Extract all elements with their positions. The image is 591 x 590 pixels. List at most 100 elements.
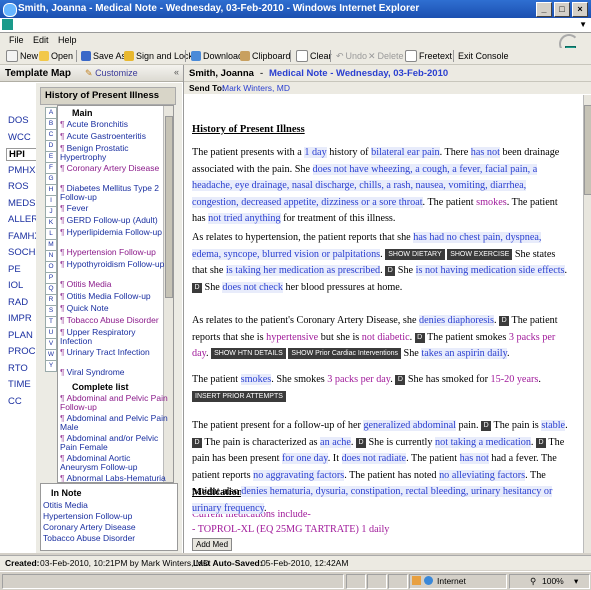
editable-value[interactable]: hypertensive [266, 332, 318, 343]
template-item[interactable]: ¶ Benign Prostatic Hypertrophy [60, 144, 170, 162]
in-note-item[interactable]: Otitis Media [43, 500, 88, 510]
delete-button[interactable]: ✕ Delete [368, 50, 404, 62]
category-ros[interactable]: ROS [8, 181, 29, 192]
editable-value[interactable]: stable [541, 420, 566, 431]
note-scrollbar[interactable] [583, 95, 591, 553]
delete-sentence-button[interactable]: D [355, 437, 366, 448]
editable-value[interactable]: has not [470, 147, 500, 158]
chevron-down-icon[interactable]: ▾ [574, 576, 578, 587]
template-item[interactable]: ¶ Acute Gastroenteritis [60, 132, 170, 141]
editable-value[interactable]: no aggravating factors [253, 469, 345, 481]
template-item[interactable]: ¶ Hypothyroidism Follow-up [60, 260, 170, 269]
template-item[interactable]: ¶ Diabetes Mellitus Type 2 Follow-up [60, 184, 170, 202]
template-item[interactable]: ¶ Tobacco Abuse Disorder [60, 316, 170, 325]
editable-value[interactable]: denies diaphoresis [419, 315, 495, 326]
template-item[interactable]: ¶ Abdominal and Pelvic Pain Follow-up [60, 394, 170, 412]
open-button[interactable]: Open [39, 50, 73, 62]
delete-sentence-button[interactable]: D [395, 375, 406, 385]
template-item[interactable]: ¶ Hyperlipidemia Follow-up [60, 228, 170, 237]
alpha-index-y[interactable]: Y [45, 360, 57, 372]
category-aller[interactable]: ALLER [8, 214, 38, 225]
template-item[interactable]: ¶ Fever [60, 204, 170, 213]
collapse-panel-button[interactable]: « [174, 67, 179, 77]
clear-button[interactable]: Clear [296, 50, 332, 62]
editable-value[interactable]: generalized abdominal [363, 420, 456, 431]
maximize-button[interactable]: □ [554, 2, 570, 17]
editable-value[interactable]: is not having medication side effects [415, 265, 565, 276]
editable-value[interactable]: not diabetic [362, 332, 410, 343]
editable-value[interactable]: not tried anything [208, 213, 281, 224]
template-item[interactable]: ¶ Quick Note [60, 304, 170, 313]
editable-value[interactable]: does not radiate [341, 453, 407, 464]
chevron-down-icon[interactable]: ▼ [579, 20, 587, 29]
delete-sentence-button[interactable]: D [536, 437, 547, 448]
zoom-level[interactable]: 100% [542, 576, 564, 586]
category-meds[interactable]: MEDS [8, 198, 35, 209]
template-item[interactable]: ¶ Abnormal Labs-Hematuria [60, 474, 170, 483]
delete-sentence-button[interactable]: D [192, 437, 202, 448]
editable-value[interactable]: has not [459, 453, 489, 464]
address-bar[interactable]: ▼ [0, 18, 591, 33]
template-item[interactable]: ¶ Coronary Artery Disease [60, 164, 170, 173]
category-time[interactable]: TIME [8, 379, 31, 390]
add-med-button[interactable]: Add Med [192, 538, 233, 551]
template-item[interactable]: ¶ Acute Bronchitis [60, 120, 170, 129]
editable-value[interactable]: denies hematuria, dysuria, constipation,… [192, 486, 553, 514]
customize-link[interactable]: ✎ Customize [85, 68, 138, 79]
editable-value[interactable]: does not check [222, 281, 283, 293]
category-rad[interactable]: RAD [8, 297, 28, 308]
in-note-item[interactable]: Tobacco Abuse Disorder [43, 533, 135, 543]
in-note-item[interactable]: Hypertension Follow-up [43, 511, 132, 521]
send-to-recipient[interactable]: Mark Winters, MD [222, 83, 290, 93]
show-details-button[interactable]: SHOW DIETARY [385, 248, 445, 260]
show-details-button[interactable]: SHOW Prior Cardiac Interventions [288, 348, 401, 359]
editable-value[interactable]: not taking a medication [435, 436, 531, 448]
minimize-button[interactable]: _ [536, 2, 552, 17]
sign-lock-button[interactable]: Sign and Lock [124, 50, 193, 62]
template-item[interactable]: ¶ Abdominal and/or Pelvic Pain Female [60, 434, 170, 452]
template-item[interactable]: ¶ Otitis Media [60, 280, 170, 289]
editable-value[interactable]: smokes [240, 374, 272, 385]
menu-file[interactable]: File [9, 35, 24, 45]
show-details-button[interactable]: SHOW EXERCISE [447, 248, 513, 260]
template-item[interactable]: ¶ Urinary Tract Infection [60, 348, 170, 357]
show-details-button[interactable]: INSERT PRIOR ATTEMPTS [192, 390, 286, 402]
undo-button[interactable]: ↶ Undo [336, 50, 367, 62]
category-pmhx[interactable]: PMHX [8, 165, 35, 176]
delete-sentence-button[interactable]: D [414, 332, 425, 343]
close-button[interactable]: × [572, 2, 588, 17]
template-item[interactable]: ¶ Otitis Media Follow-up [60, 292, 170, 301]
editable-value[interactable]: no alleviating factors [439, 469, 526, 481]
editable-value[interactable]: an ache [320, 436, 351, 448]
download-button[interactable]: Download [191, 50, 243, 62]
template-item[interactable]: ¶ Hypertension Follow-up [60, 248, 170, 257]
menu-edit[interactable]: Edit [33, 35, 49, 45]
editable-value[interactable]: 1 day [304, 147, 327, 158]
category-cc[interactable]: CC [8, 396, 22, 407]
editable-value[interactable]: 15-20 years [491, 374, 539, 385]
delete-sentence-button[interactable]: D [499, 316, 510, 326]
editable-value[interactable]: smokes [476, 197, 507, 208]
template-item[interactable]: ¶ Abdominal and Pelvic Pain Male [60, 414, 170, 432]
template-item[interactable]: ¶ Upper Respiratory Infection [60, 328, 170, 346]
save-as-button[interactable]: Save As [81, 50, 126, 62]
category-dos[interactable]: DOS [8, 115, 29, 126]
category-plan[interactable]: PLAN [8, 330, 33, 341]
category-proc[interactable]: PROC [8, 346, 35, 357]
delete-sentence-button[interactable]: D [385, 266, 396, 276]
editable-value[interactable]: bilateral ear pain [371, 147, 440, 158]
category-impr[interactable]: IMPR [8, 313, 32, 324]
editable-value[interactable]: for one day [281, 453, 328, 464]
new-button[interactable]: New [6, 50, 38, 62]
clipboard-button[interactable]: Clipboard [240, 50, 291, 62]
category-pe[interactable]: PE [8, 264, 21, 275]
category-hpi[interactable]: HPI [6, 148, 39, 161]
freetext-button[interactable]: Freetext [405, 50, 452, 62]
template-item[interactable]: ¶ Viral Syndrome [60, 368, 170, 377]
template-item[interactable]: ¶ Abdominal Aortic Aneurysm Follow-up [60, 454, 170, 472]
template-item[interactable]: ¶ GERD Follow-up (Adult) [60, 216, 170, 225]
editable-value[interactable]: 3 packs per day [327, 374, 390, 385]
menu-help[interactable]: Help [58, 35, 77, 45]
note-content[interactable]: History of Present Illness Medications C… [184, 95, 584, 553]
editable-value[interactable]: is taking her medication as prescribed [225, 265, 381, 276]
